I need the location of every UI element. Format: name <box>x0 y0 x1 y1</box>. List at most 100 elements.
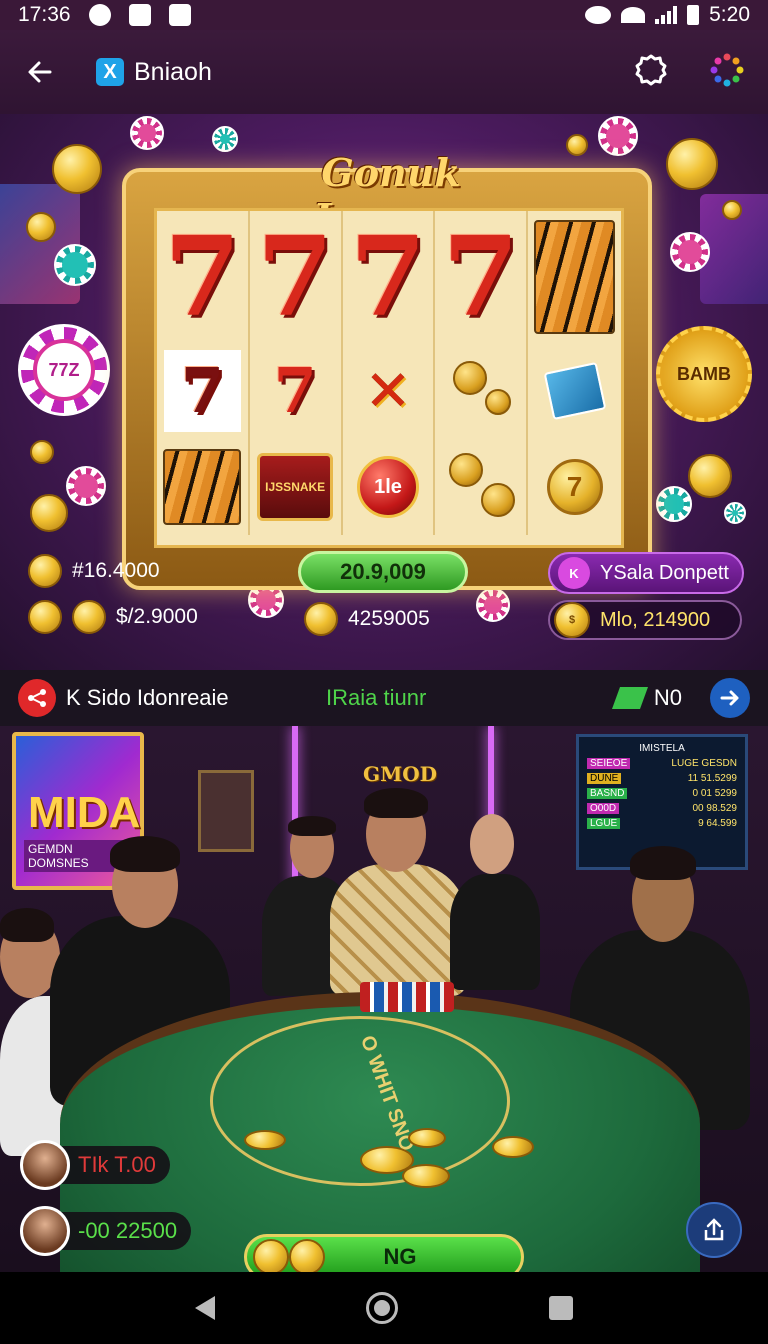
status-time-right: 5:20 <box>709 3 750 26</box>
gold-coin-icon <box>492 1136 534 1158</box>
reel-cell: ✕ <box>343 343 436 439</box>
scoreboard-tag: BASND <box>587 788 628 799</box>
dollar-coin-icon: $ <box>554 602 590 638</box>
arrow-right-icon[interactable] <box>710 678 750 718</box>
nav-home-icon[interactable] <box>365 1292 398 1324</box>
casino-chip-icon <box>212 126 238 152</box>
avatar <box>20 1206 70 1256</box>
app-title: Bniaoh <box>134 57 212 86</box>
scoreboard-row: SEIEOE LUGE GESDN <box>587 758 737 769</box>
poker-table-scene[interactable]: MIDA GEMDN DOMSNES IMISTELA SEIEOE LUGE G… <box>0 726 768 1272</box>
settings-icon[interactable] <box>634 53 668 92</box>
player-avatar: K <box>558 557 590 589</box>
player-pill[interactable]: K YSala Donpett <box>548 552 744 594</box>
player-tag[interactable]: TIk T.00 <box>20 1140 170 1190</box>
scoreboard-tag: DUNE <box>587 773 622 784</box>
upload-share-icon[interactable] <box>686 1202 742 1258</box>
tiger-symbol-icon <box>533 220 616 334</box>
info-bar: K Sido Idonreaie IRaia tiunr N0 <box>0 670 768 726</box>
jackpot-stat: 4259005 <box>304 602 430 636</box>
player-tag-label: TIk T.00 <box>78 1152 156 1177</box>
jackpot-badge-label: 77Z <box>33 339 95 401</box>
seven-symbol: 7 <box>180 353 224 427</box>
scoreboard-tag: O00D <box>587 803 620 814</box>
scoreboard-header: IMISTELA <box>639 743 685 754</box>
reel-cell: 7 <box>157 343 250 439</box>
avatar <box>20 1140 70 1190</box>
app-brand: X Bniaoh <box>96 58 212 87</box>
gold-coin-icon <box>289 1239 325 1272</box>
gold-coin-icon <box>666 138 718 190</box>
tiger-symbol-icon <box>163 448 242 526</box>
gold-coin-icon <box>28 600 62 634</box>
scoreboard-value: 0 01 5299 <box>692 788 738 799</box>
wifi-icon <box>621 7 646 23</box>
win-pill[interactable]: $ Mlo, 214900 <box>548 600 742 640</box>
reel-cell <box>528 211 621 343</box>
reel-cell: 7 <box>250 211 343 343</box>
seven-symbol: 7 <box>256 212 334 341</box>
gold-coin-icon <box>30 494 68 532</box>
total-win-pill[interactable]: 20.9,009 <box>298 551 468 593</box>
eye-icon <box>585 6 612 24</box>
casino-chip-icon <box>670 232 710 272</box>
battery-icon <box>687 5 700 25</box>
scoreboard-row: BASND 0 01 5299 <box>587 788 737 799</box>
scoreboard-value: LUGE GESDN <box>671 758 737 769</box>
seven-symbol: 7 <box>442 212 520 341</box>
share-icon[interactable] <box>18 679 56 717</box>
gold-coin-icon <box>30 440 54 464</box>
reel-cell <box>435 343 529 439</box>
scoreboard-tag: SEIEOE <box>587 758 631 769</box>
scoreboard-row: DUNE 11 51.5299 <box>587 773 737 784</box>
status-time-left: 17:36 <box>18 3 71 26</box>
nav-back-icon[interactable] <box>195 1296 216 1320</box>
casino-chip-icon <box>656 486 692 522</box>
bet-button[interactable]: NG <box>244 1234 524 1272</box>
info-center-text[interactable]: IRaia tiunr <box>326 685 426 711</box>
cards-symbol-icon <box>543 361 606 421</box>
gold-coin-icon <box>28 554 62 588</box>
reel-cell: 7 <box>157 211 250 343</box>
bonus-badge[interactable]: BAMB <box>656 326 752 422</box>
reel-cell: 1le <box>343 439 436 535</box>
balance-value: #16.4000 <box>72 559 160 582</box>
balance-stat: #16.4000 <box>28 554 160 588</box>
bonus-badge-label: BAMB <box>677 363 731 384</box>
player-tag-label: -00 22500 <box>78 1218 178 1243</box>
reel-cell <box>435 439 529 535</box>
casino-chip-icon <box>66 466 106 506</box>
apps-grid-icon[interactable] <box>710 53 744 92</box>
gold-coin-icon <box>253 1239 289 1272</box>
reel-cell <box>157 439 250 535</box>
gold-coin-icon <box>722 200 742 220</box>
gold-coin-icon <box>481 483 516 517</box>
app-logo-icon: X <box>96 58 124 86</box>
slot-machine[interactable]: Gonuk Jomues 7 7 7 7 7 7 ✕ IJSSNAKE 1le <box>122 150 652 590</box>
nav-recent-icon[interactable] <box>548 1296 573 1320</box>
gold-coin-icon <box>52 144 102 194</box>
casino-chip-icon <box>724 502 746 524</box>
scoreboard-value: 00 98.529 <box>692 803 738 814</box>
balance-stat: $/2.9000 <box>28 600 198 634</box>
gold-coin-icon <box>408 1128 446 1148</box>
reel-cell: 7 <box>528 439 621 535</box>
bet-button-label: NG <box>383 1244 417 1269</box>
gold-coin-icon <box>688 454 732 498</box>
win-value: Mlo, 214900 <box>600 608 711 631</box>
reel-cell: IJSSNAKE <box>250 439 343 535</box>
player-tag[interactable]: -00 22500 <box>20 1206 192 1256</box>
scoreboard-tag: LGUE <box>587 818 621 829</box>
jackpot-badge[interactable]: 77Z <box>18 324 110 416</box>
player-figure <box>448 810 548 990</box>
scoreboard-value: 9 64.599 <box>698 818 737 829</box>
balance-value: $/2.9000 <box>116 605 198 628</box>
red-ball-symbol: 1le <box>356 456 419 518</box>
reel-cell: 7 <box>250 343 343 439</box>
jackpot-value: 4259005 <box>348 607 430 630</box>
snake-sticker: IJSSNAKE <box>257 453 334 521</box>
casino-chip-icon <box>54 244 96 286</box>
back-arrow-icon[interactable] <box>24 56 56 88</box>
seven-symbol: 7 <box>164 212 241 341</box>
slot-game-banner[interactable]: 77Z BAMB Gonuk Jomues 7 7 7 7 7 7 ✕ IJSS… <box>0 114 768 670</box>
